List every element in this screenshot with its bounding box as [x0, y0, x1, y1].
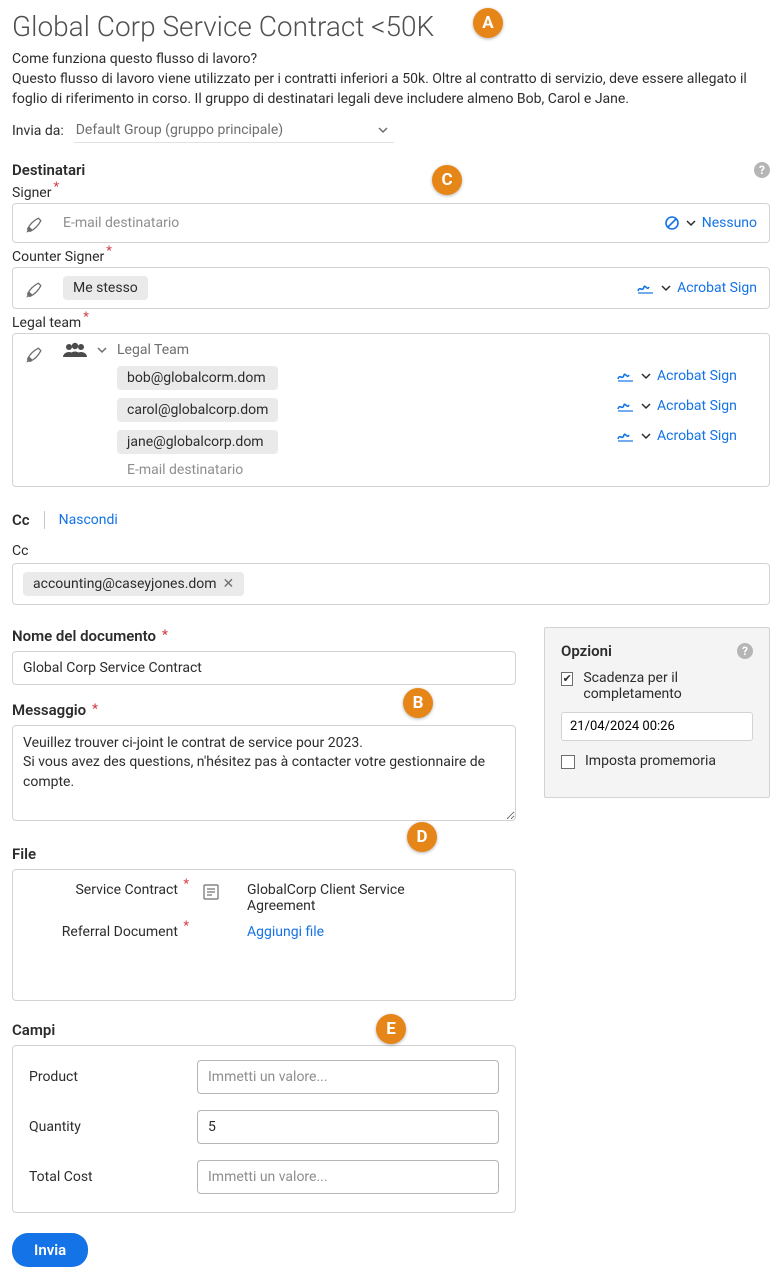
signer-box: E-mail destinatario Nessuno	[12, 203, 770, 243]
myself-chip[interactable]: Me stesso	[63, 276, 148, 300]
legal-group-dropdown[interactable]: Legal Team	[63, 342, 189, 358]
signature-icon	[617, 429, 635, 443]
divider	[44, 511, 45, 529]
counter-label: Counter Signer*	[12, 249, 770, 265]
chevron-down-icon	[378, 125, 388, 135]
send-from-value: Default Group (gruppo principale)	[76, 122, 283, 138]
legal-email-input[interactable]: E-mail destinatario	[127, 462, 278, 478]
deadline-label: Scadenza per il completamento	[583, 670, 753, 702]
doc-name-label: Nome del documento *	[12, 627, 516, 645]
help-icon[interactable]: ?	[754, 162, 770, 178]
file-row: Referral Document * Aggiungi file	[29, 924, 499, 940]
legal-email-chip[interactable]: carol@globalcorp.dom	[117, 398, 278, 422]
chevron-down-icon	[661, 283, 671, 293]
totalcost-input[interactable]	[197, 1160, 499, 1194]
legal-auth-dropdown[interactable]: Acrobat Sign	[617, 428, 737, 444]
legal-auth-dropdown[interactable]: Acrobat Sign	[617, 368, 737, 384]
submit-button[interactable]: Invia	[12, 1233, 88, 1267]
chevron-down-icon	[641, 401, 651, 411]
legal-email-chip[interactable]: jane@globalcorp.dom	[117, 430, 278, 454]
file-name: GlobalCorp Client Service Agreement	[247, 882, 417, 914]
message-textarea[interactable]	[12, 725, 516, 821]
chevron-down-icon	[641, 431, 651, 441]
document-icon	[201, 882, 235, 906]
close-icon[interactable]: ✕	[223, 576, 235, 592]
chevron-down-icon	[97, 345, 107, 355]
campi-title: Campi	[12, 1021, 516, 1039]
help-icon[interactable]: ?	[737, 643, 753, 659]
chevron-down-icon	[686, 218, 696, 228]
pen-icon	[25, 212, 51, 234]
legal-box: Legal Team bob@globalcorm.dom carol@glob…	[12, 333, 770, 487]
counter-auth-dropdown[interactable]: Acrobat Sign	[637, 280, 757, 296]
page-title: Global Corp Service Contract <50K	[12, 10, 770, 43]
files-title: File	[12, 845, 516, 863]
intro-body: Questo flusso di lavoro viene utilizzato…	[12, 69, 770, 110]
legal-email-chip[interactable]: bob@globalcorm.dom	[117, 366, 278, 390]
cc-sub-label: Cc	[12, 543, 770, 559]
reminder-checkbox[interactable]	[561, 755, 575, 769]
deadline-date-input[interactable]	[561, 712, 753, 741]
legal-auth-dropdown[interactable]: Acrobat Sign	[617, 398, 737, 414]
signer-email-input[interactable]: E-mail destinatario	[63, 215, 605, 231]
options-title: Opzioni	[561, 642, 612, 660]
legal-label: Legal team*	[12, 315, 770, 331]
counter-box: Me stesso Acrobat Sign	[12, 267, 770, 309]
reminder-label: Imposta promemoria	[585, 753, 716, 769]
campi-label-quantity: Quantity	[29, 1119, 179, 1135]
signer-auth-dropdown[interactable]: Nessuno	[664, 215, 757, 231]
deadline-checkbox[interactable]: ✔	[561, 672, 573, 686]
send-from-dropdown[interactable]: Default Group (gruppo principale)	[74, 120, 394, 143]
none-icon	[664, 215, 680, 231]
send-from-label: Invia da:	[12, 123, 64, 139]
signer-label: Signer*	[12, 185, 770, 201]
campi-row: Total Cost	[29, 1160, 499, 1194]
campi-row: Product	[29, 1060, 499, 1094]
campi-label-totalcost: Total Cost	[29, 1169, 179, 1185]
doc-name-input[interactable]	[12, 651, 516, 685]
options-panel: Opzioni ? ✔ Scadenza per il completament…	[544, 627, 770, 798]
files-box: Service Contract * GlobalCorp Client Ser…	[12, 869, 516, 1001]
campi-row: Quantity	[29, 1110, 499, 1144]
campi-box: Product Quantity Total Cost	[12, 1045, 516, 1213]
chevron-down-icon	[641, 371, 651, 381]
cc-title: Cc	[12, 511, 30, 529]
counter-auth-label: Acrobat Sign	[677, 280, 757, 296]
campi-label-product: Product	[29, 1069, 179, 1085]
signature-icon	[637, 281, 655, 295]
legal-group-name: Legal Team	[117, 342, 189, 358]
add-file-link[interactable]: Aggiungi file	[247, 924, 499, 940]
recipients-title: Destinatari	[12, 161, 85, 179]
cc-chip[interactable]: accounting@caseyjones.dom ✕	[23, 572, 244, 596]
product-input[interactable]	[197, 1060, 499, 1094]
pen-icon	[25, 342, 51, 364]
cc-input-box[interactable]: accounting@caseyjones.dom ✕	[12, 563, 770, 605]
signature-icon	[617, 369, 635, 383]
group-icon	[63, 342, 87, 358]
signature-icon	[617, 399, 635, 413]
file-row: Service Contract * GlobalCorp Client Ser…	[29, 882, 499, 914]
pen-icon	[25, 277, 51, 299]
quantity-input[interactable]	[197, 1110, 499, 1144]
hide-cc-link[interactable]: Nascondi	[59, 512, 118, 528]
message-label: Messaggio *	[12, 701, 516, 719]
signer-auth-label: Nessuno	[702, 215, 757, 231]
intro-question: Come funziona questo flusso di lavoro?	[12, 51, 770, 67]
